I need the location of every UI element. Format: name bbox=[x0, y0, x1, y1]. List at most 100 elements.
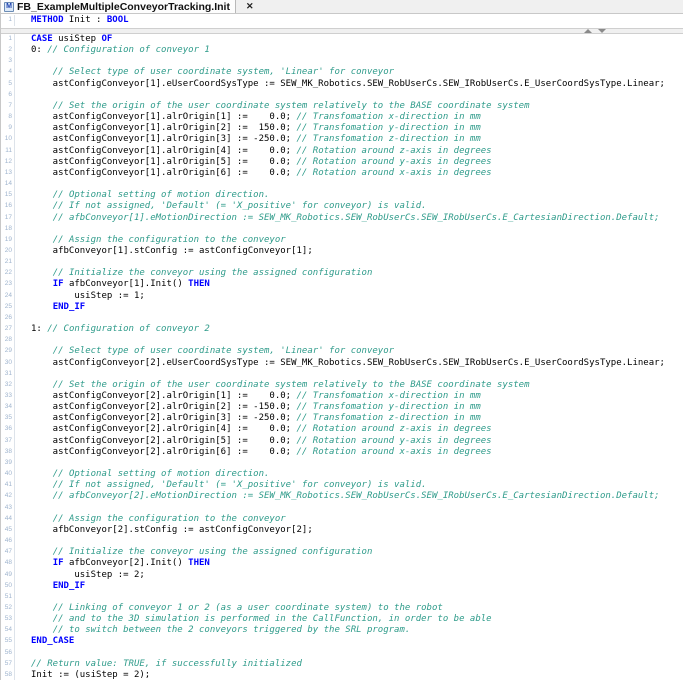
tab-bar: M FB_ExampleMultipleConveyorTracking.Ini… bbox=[1, 0, 683, 14]
code-line[interactable]: 58Init := (usiStep = 2); bbox=[1, 670, 683, 680]
code-line[interactable]: 52 // Linking of conveyor 1 or 2 (as a u… bbox=[1, 603, 683, 614]
comment-token: // If not assigned, 'Default' (= 'X_posi… bbox=[53, 480, 427, 490]
code-line[interactable]: 15 // Optional setting of motion directi… bbox=[1, 190, 683, 201]
code-line[interactable]: 5 astConfigConveyor[1].eUserCoordSysType… bbox=[1, 79, 683, 90]
code-line-text: Init := (usiStep = 2); bbox=[15, 670, 683, 680]
code-line[interactable]: 13 astConfigConveyor[1].alrOrigin[6] := … bbox=[1, 168, 683, 179]
code-line[interactable]: 35 astConfigConveyor[2].alrOrigin[3] := … bbox=[1, 413, 683, 424]
code-line[interactable]: 19 // Assign the configuration to the co… bbox=[1, 235, 683, 246]
code-line[interactable]: 43 bbox=[1, 503, 683, 514]
close-icon[interactable]: ✕ bbox=[243, 1, 257, 12]
code-line[interactable]: 34 astConfigConveyor[2].alrOrigin[2] := … bbox=[1, 402, 683, 413]
code-editor[interactable]: 1CASE usiStep OF20: // Configuration of … bbox=[1, 34, 683, 680]
line-number: 9 bbox=[1, 123, 15, 134]
code-token: usiStep bbox=[53, 34, 102, 44]
code-line[interactable]: 28 bbox=[1, 335, 683, 346]
code-line[interactable]: 21 bbox=[1, 257, 683, 268]
line-number: 28 bbox=[1, 335, 15, 346]
code-token: afbConveyor[2].Init() bbox=[64, 558, 189, 568]
code-token bbox=[31, 213, 53, 223]
keyword-token: METHOD bbox=[31, 15, 64, 25]
code-line[interactable]: 39 bbox=[1, 458, 683, 469]
declaration-pane[interactable]: 1METHOD Init : BOOL bbox=[1, 14, 683, 28]
code-line[interactable]: 24 usiStep := 1; bbox=[1, 291, 683, 302]
code-line[interactable]: 53 // and to the 3D simulation is perfor… bbox=[1, 614, 683, 625]
code-token: astConfigConveyor[1].alrOrigin[3] := -25… bbox=[31, 134, 297, 144]
code-line[interactable]: 20: // Configuration of conveyor 1 bbox=[1, 45, 683, 56]
code-line[interactable]: 271: // Configuration of conveyor 2 bbox=[1, 324, 683, 335]
code-line[interactable]: 36 astConfigConveyor[2].alrOrigin[4] := … bbox=[1, 424, 683, 435]
code-line[interactable]: 32 // Set the origin of the user coordin… bbox=[1, 380, 683, 391]
code-line-text: astConfigConveyor[1].alrOrigin[6] := 0.0… bbox=[15, 168, 683, 179]
code-line[interactable]: 50 END_IF bbox=[1, 581, 683, 592]
code-line[interactable]: 38 astConfigConveyor[2].alrOrigin[6] := … bbox=[1, 447, 683, 458]
code-line[interactable]: 30 astConfigConveyor[2].eUserCoordSysTyp… bbox=[1, 358, 683, 369]
code-line[interactable]: 29 // Select type of user coordinate sys… bbox=[1, 346, 683, 357]
code-line[interactable]: 6 bbox=[1, 90, 683, 101]
line-number: 18 bbox=[1, 224, 15, 235]
document-tab[interactable]: M FB_ExampleMultipleConveyorTracking.Ini… bbox=[1, 0, 236, 13]
code-token bbox=[31, 603, 53, 613]
code-line[interactable]: 33 astConfigConveyor[2].alrOrigin[1] := … bbox=[1, 391, 683, 402]
code-token: afbConveyor[2].stConfig := astConfigConv… bbox=[31, 525, 313, 535]
code-line[interactable]: 26 bbox=[1, 313, 683, 324]
code-line[interactable]: 48 IF afbConveyor[2].Init() THEN bbox=[1, 558, 683, 569]
line-number: 24 bbox=[1, 291, 15, 302]
code-line-text: usiStep := 1; bbox=[15, 291, 683, 302]
code-line[interactable]: 17 // afbConveyor[1].eMotionDirection :=… bbox=[1, 213, 683, 224]
pane-splitter[interactable] bbox=[1, 28, 683, 34]
code-line-text: // Initialize the conveyor using the ass… bbox=[15, 547, 683, 558]
code-line[interactable]: 1CASE usiStep OF bbox=[1, 34, 683, 45]
line-number: 8 bbox=[1, 112, 15, 123]
code-token bbox=[31, 67, 53, 77]
code-line[interactable]: 46 bbox=[1, 536, 683, 547]
keyword-token: OF bbox=[101, 34, 112, 44]
code-line[interactable]: 16 // If not assigned, 'Default' (= 'X_p… bbox=[1, 201, 683, 212]
code-line[interactable]: 55END_CASE bbox=[1, 636, 683, 647]
line-number: 21 bbox=[1, 257, 15, 268]
code-line[interactable]: 3 bbox=[1, 56, 683, 67]
code-line[interactable]: 51 bbox=[1, 592, 683, 603]
code-line[interactable]: 14 bbox=[1, 179, 683, 190]
code-line[interactable]: 57// Return value: TRUE, if successfully… bbox=[1, 659, 683, 670]
code-line-text: astConfigConveyor[1].alrOrigin[4] := 0.0… bbox=[15, 146, 683, 157]
code-line[interactable]: 1METHOD Init : BOOL bbox=[1, 15, 683, 26]
code-line-text bbox=[15, 592, 683, 603]
code-line[interactable]: 9 astConfigConveyor[1].alrOrigin[2] := 1… bbox=[1, 123, 683, 134]
code-line-text: astConfigConveyor[2].alrOrigin[1] := 0.0… bbox=[15, 391, 683, 402]
code-line[interactable]: 41 // If not assigned, 'Default' (= 'X_p… bbox=[1, 480, 683, 491]
line-number: 19 bbox=[1, 235, 15, 246]
code-line[interactable]: 18 bbox=[1, 224, 683, 235]
code-line[interactable]: 22 // Initialize the conveyor using the … bbox=[1, 268, 683, 279]
code-line[interactable]: 37 astConfigConveyor[2].alrOrigin[5] := … bbox=[1, 436, 683, 447]
line-number: 2 bbox=[1, 45, 15, 56]
code-line[interactable]: 47 // Initialize the conveyor using the … bbox=[1, 547, 683, 558]
code-line[interactable]: 10 astConfigConveyor[1].alrOrigin[3] := … bbox=[1, 134, 683, 145]
code-line[interactable]: 20 afbConveyor[1].stConfig := astConfigC… bbox=[1, 246, 683, 257]
code-line[interactable]: 8 astConfigConveyor[1].alrOrigin[1] := 0… bbox=[1, 112, 683, 123]
code-line-text: // to switch between the 2 conveyors tri… bbox=[15, 625, 683, 636]
code-line-text bbox=[15, 536, 683, 547]
code-line[interactable]: 12 astConfigConveyor[1].alrOrigin[5] := … bbox=[1, 157, 683, 168]
code-line[interactable]: 23 IF afbConveyor[1].Init() THEN bbox=[1, 279, 683, 290]
code-line[interactable]: 7 // Set the origin of the user coordina… bbox=[1, 101, 683, 112]
line-number: 58 bbox=[1, 670, 15, 680]
code-line-text bbox=[15, 648, 683, 659]
code-line[interactable]: 44 // Assign the configuration to the co… bbox=[1, 514, 683, 525]
line-number: 22 bbox=[1, 268, 15, 279]
splitter-down-icon bbox=[598, 29, 606, 33]
code-line[interactable]: 31 bbox=[1, 369, 683, 380]
code-line[interactable]: 45 afbConveyor[2].stConfig := astConfigC… bbox=[1, 525, 683, 536]
code-line-text: // Assign the configuration to the conve… bbox=[15, 514, 683, 525]
code-line[interactable]: 25 END_IF bbox=[1, 302, 683, 313]
code-line[interactable]: 54 // to switch between the 2 conveyors … bbox=[1, 625, 683, 636]
line-number: 49 bbox=[1, 570, 15, 581]
code-token bbox=[31, 201, 53, 211]
code-line[interactable]: 42 // afbConveyor[2].eMotionDirection :=… bbox=[1, 491, 683, 502]
code-line[interactable]: 11 astConfigConveyor[1].alrOrigin[4] := … bbox=[1, 146, 683, 157]
code-line[interactable]: 4 // Select type of user coordinate syst… bbox=[1, 67, 683, 78]
splitter-handle[interactable] bbox=[584, 29, 606, 33]
code-line[interactable]: 40 // Optional setting of motion directi… bbox=[1, 469, 683, 480]
code-line[interactable]: 49 usiStep := 2; bbox=[1, 570, 683, 581]
code-line[interactable]: 56 bbox=[1, 648, 683, 659]
